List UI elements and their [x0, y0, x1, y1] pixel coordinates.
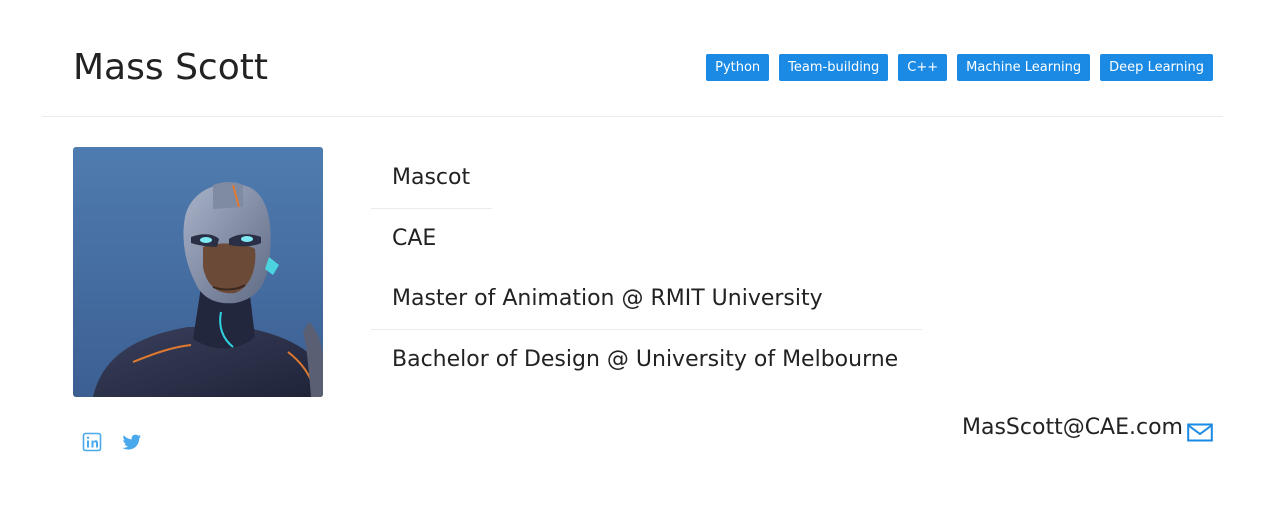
- skills-list: Python Team-building C++ Machine Learnin…: [706, 54, 1213, 81]
- twitter-icon[interactable]: [122, 432, 142, 452]
- social-links: [82, 432, 142, 452]
- email-contact: MasScott@CAE.com: [962, 412, 1213, 444]
- avatar: [73, 147, 323, 397]
- mail-icon[interactable]: [1187, 421, 1213, 443]
- profile-header: Mass Scott Python Team-building C++ Mach…: [42, 0, 1223, 117]
- linkedin-icon[interactable]: [82, 432, 102, 452]
- detail-education-master: Master of Animation @ RMIT University: [371, 269, 922, 330]
- email-address[interactable]: MasScott@CAE.com: [962, 412, 1183, 444]
- profile-details: Mascot CAE Master of Animation @ RMIT Un…: [371, 148, 931, 390]
- detail-company: CAE: [392, 226, 437, 251]
- skill-badge-cpp[interactable]: C++: [898, 54, 948, 81]
- skill-badge-deep-learning[interactable]: Deep Learning: [1100, 54, 1213, 81]
- profile-card: Mass Scott Python Team-building C++ Mach…: [42, 0, 1223, 514]
- avatar-image: [73, 147, 323, 397]
- detail-education-bachelor: Bachelor of Design @ University of Melbo…: [392, 347, 899, 372]
- profile-name: Mass Scott: [73, 47, 268, 88]
- skill-badge-machine-learning[interactable]: Machine Learning: [957, 54, 1091, 81]
- skill-badge-team-building[interactable]: Team-building: [779, 54, 889, 81]
- detail-nickname: Mascot: [371, 148, 492, 209]
- skill-badge-python[interactable]: Python: [706, 54, 770, 81]
